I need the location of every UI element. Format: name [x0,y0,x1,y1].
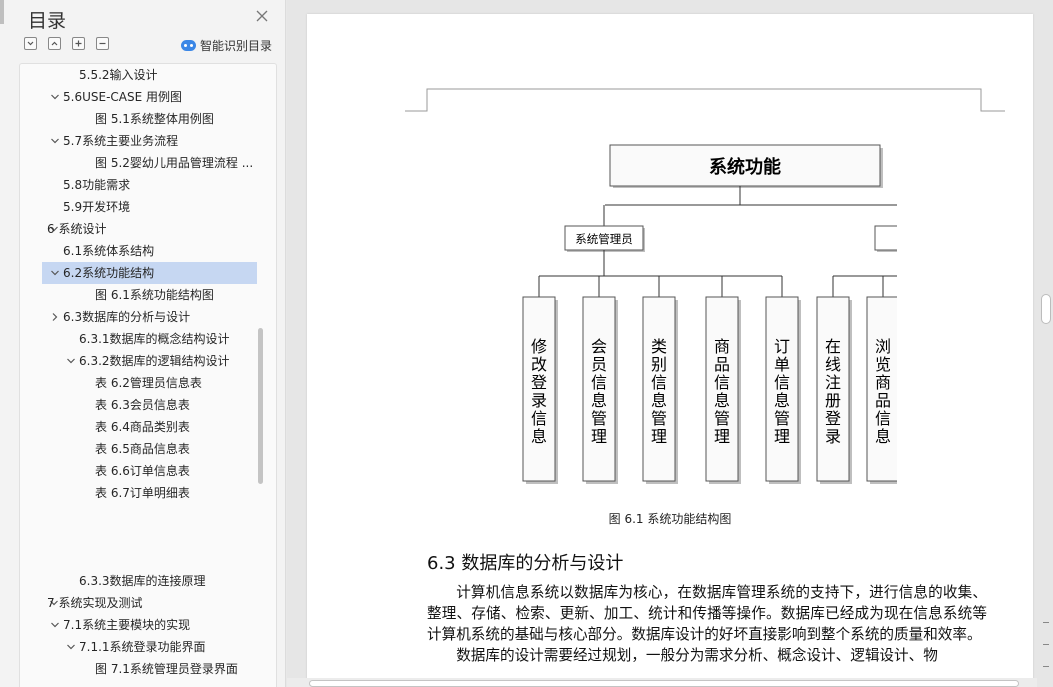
toc-item-label: 表 6.4商品类别表 [95,420,190,434]
toc-item-label: 表 6.2管理员信息表 [95,376,202,390]
toc-item-label: 表 6.5商品信息表 [95,442,190,456]
toc-list: 5.5.2输入设计 5.6USE-CASE 用例图图 5.1系统整体用例图 5.7系… [19,63,277,687]
close-icon[interactable] [254,8,270,24]
toc-item[interactable]: 表 6.7订单明细表 [20,482,260,504]
toc-item[interactable]: 6.3.3数据库的连接原理 [20,570,260,592]
toc-item[interactable]: 6.1系统体系结构 [20,240,260,262]
function-label: 会员信息管理 [591,337,607,446]
ai-icon [181,39,196,51]
function-structure-diagram: 系统功能系统管理员修改登录信息会员信息管理类别信息管理商品信息管理订单信息管理会… [522,144,897,484]
toc-item[interactable]: 表 6.6订单信息表 [20,460,260,482]
toc-item[interactable]: 5.7系统主要业务流程 [20,130,260,152]
pane-edge-handle[interactable] [0,0,4,24]
vertical-scrollbar[interactable] [1037,0,1053,687]
toc-item[interactable]: 图 7.1系统管理员登录界面 [20,658,260,680]
horizontal-scrollbar[interactable] [287,678,1037,687]
toc-item[interactable]: 6.3.2数据库的逻辑结构设计 [20,350,260,372]
toc-item[interactable]: 表 6.4商品类别表 [20,416,260,438]
toc-item-label: 5.5.2输入设计 [79,68,158,82]
paragraph: 数据库的设计需要经过规划，一般分为需求分析、概念设计、逻辑设计、物 [456,647,938,664]
function-label: 修改登录信息 [531,337,547,446]
function-label: 在线注册登录 [825,337,841,446]
collapse-all-icon[interactable] [24,37,37,50]
function-label: 商品信息管理 [714,337,730,446]
toc-item[interactable]: 6.3数据库的分析与设计 [20,306,260,328]
chevron-down-icon[interactable] [49,86,61,108]
document-page: 系统功能系统管理员修改登录信息会员信息管理类别信息管理商品信息管理订单信息管理会… [307,14,1033,687]
vertical-scroll-thumb[interactable] [1041,294,1051,324]
toc-item-label: 表 6.3会员信息表 [95,398,190,412]
scroll-mark [1043,666,1049,667]
toc-item-label: 5.9开发环境 [63,200,131,214]
chevron-down-icon[interactable] [49,130,61,152]
chevron-down-icon[interactable] [49,614,61,636]
group-label: 系统管理员 [575,232,633,246]
function-label: 类别信息管理 [651,337,667,446]
scroll-mark [1043,622,1049,623]
toc-item-label: 图 7.1系统管理员登录界面 [95,662,238,676]
toc-item[interactable]: 7.1.1系统登录功能界面 [20,636,260,658]
toc-item-label: 6.2系统功能结构 [63,266,155,280]
toc-item-label: 6.3.1数据库的概念结构设计 [79,332,230,346]
toc-item-label: 6.3.2数据库的逻辑结构设计 [79,354,230,368]
toc-item-label: 7.1.1系统登录功能界面 [79,640,206,654]
function-label: 订单信息管理 [774,337,790,446]
function-label: 浏览商品信息 [875,337,891,446]
expand-all-icon[interactable] [48,37,61,50]
toc-item[interactable]: 5.6USE-CASE 用例图 [20,86,260,108]
toc-item-label: 图 5.2婴幼儿用品管理流程 ... [95,156,254,170]
smart-toc-label: 智能识别目录 [200,38,273,53]
toc-item[interactable]: 图 6.1系统功能结构图 [20,284,260,306]
toc-item[interactable]: 6.3.1数据库的概念结构设计 [20,328,260,350]
toc-item[interactable]: 5.8功能需求 [20,174,260,196]
chevron-down-icon[interactable] [49,262,61,284]
toc-item[interactable]: 7.1系统主要模块的实现 [20,614,260,636]
toc-item[interactable]: 表 6.2管理员信息表 [20,372,260,394]
toc-item[interactable]: 表 6.5商品信息表 [20,438,260,460]
root-label: 系统功能 [709,156,781,178]
page-header-rule [405,88,1005,112]
chevron-down-icon[interactable] [65,636,77,658]
toc-pane: 目录 智能识别目录 5.5.2输入设计 5.6USE-CASE 用例图图 5.1系… [0,0,286,687]
add-icon[interactable] [72,37,85,50]
scroll-mark [1043,644,1049,645]
toc-item[interactable]: 5.5.2输入设计 [20,64,260,86]
toc-item-label: 6.1系统体系结构 [63,244,155,258]
toc-title: 目录 [28,10,67,32]
toc-scrollbar[interactable] [258,328,263,484]
toc-item-label: 表 6.7订单明细表 [95,486,190,500]
body-text: 计算机信息系统以数据库为核心，在数据库管理系统的支持下，进行信息的收集、整理、存… [427,582,987,666]
toc-item-label: 6.3数据库的分析与设计 [63,310,191,324]
toc-item[interactable]: 图 5.2婴幼儿用品管理流程 ... [20,152,260,174]
app-window: 目录 智能识别目录 5.5.2输入设计 5.6USE-CASE 用例图图 5.1系… [0,0,1053,687]
toc-item[interactable]: 6 系统设计 [20,218,260,240]
document-area: 系统功能系统管理员修改登录信息会员信息管理类别信息管理商品信息管理订单信息管理会… [287,0,1053,687]
toc-item[interactable]: 6.2系统功能结构 [42,262,257,284]
chevron-right-icon[interactable] [49,306,61,328]
toc-item-label: 7.1系统主要模块的实现 [63,618,191,632]
toc-item[interactable]: 图 5.1系统整体用例图 [20,108,260,130]
toc-item-label: 图 5.1系统整体用例图 [95,112,214,126]
horizontal-scroll-thumb[interactable] [309,680,1019,687]
toc-item-label: 5.8功能需求 [63,178,131,192]
paragraph: 计算机信息系统以数据库为核心，在数据库管理系统的支持下，进行信息的收集、整理、存… [427,584,987,643]
toc-item-label: 6 系统设计 [47,222,107,236]
toc-item[interactable]: 5.9开发环境 [20,196,260,218]
section-heading: 6.3 数据库的分析与设计 [427,553,624,574]
toc-item[interactable]: 表 6.3会员信息表 [20,394,260,416]
toc-item-label: 表 6.6订单信息表 [95,464,190,478]
toc-item-label: 图 6.1系统功能结构图 [95,288,214,302]
figure-caption: 图 6.1 系统功能结构图 [608,512,732,526]
remove-icon[interactable] [96,37,109,50]
smart-toc-button[interactable]: 智能识别目录 [181,37,272,53]
group-box [874,225,897,251]
toc-item-label: 7 系统实现及测试 [47,596,143,610]
toc-item-label: 6.3.3数据库的连接原理 [79,574,206,588]
chevron-down-icon[interactable] [65,350,77,372]
toc-item-label: 5.7系统主要业务流程 [63,134,179,148]
toc-item-label: 5.6USE-CASE 用例图 [63,90,182,104]
toc-item[interactable]: 7 系统实现及测试 [20,592,260,614]
